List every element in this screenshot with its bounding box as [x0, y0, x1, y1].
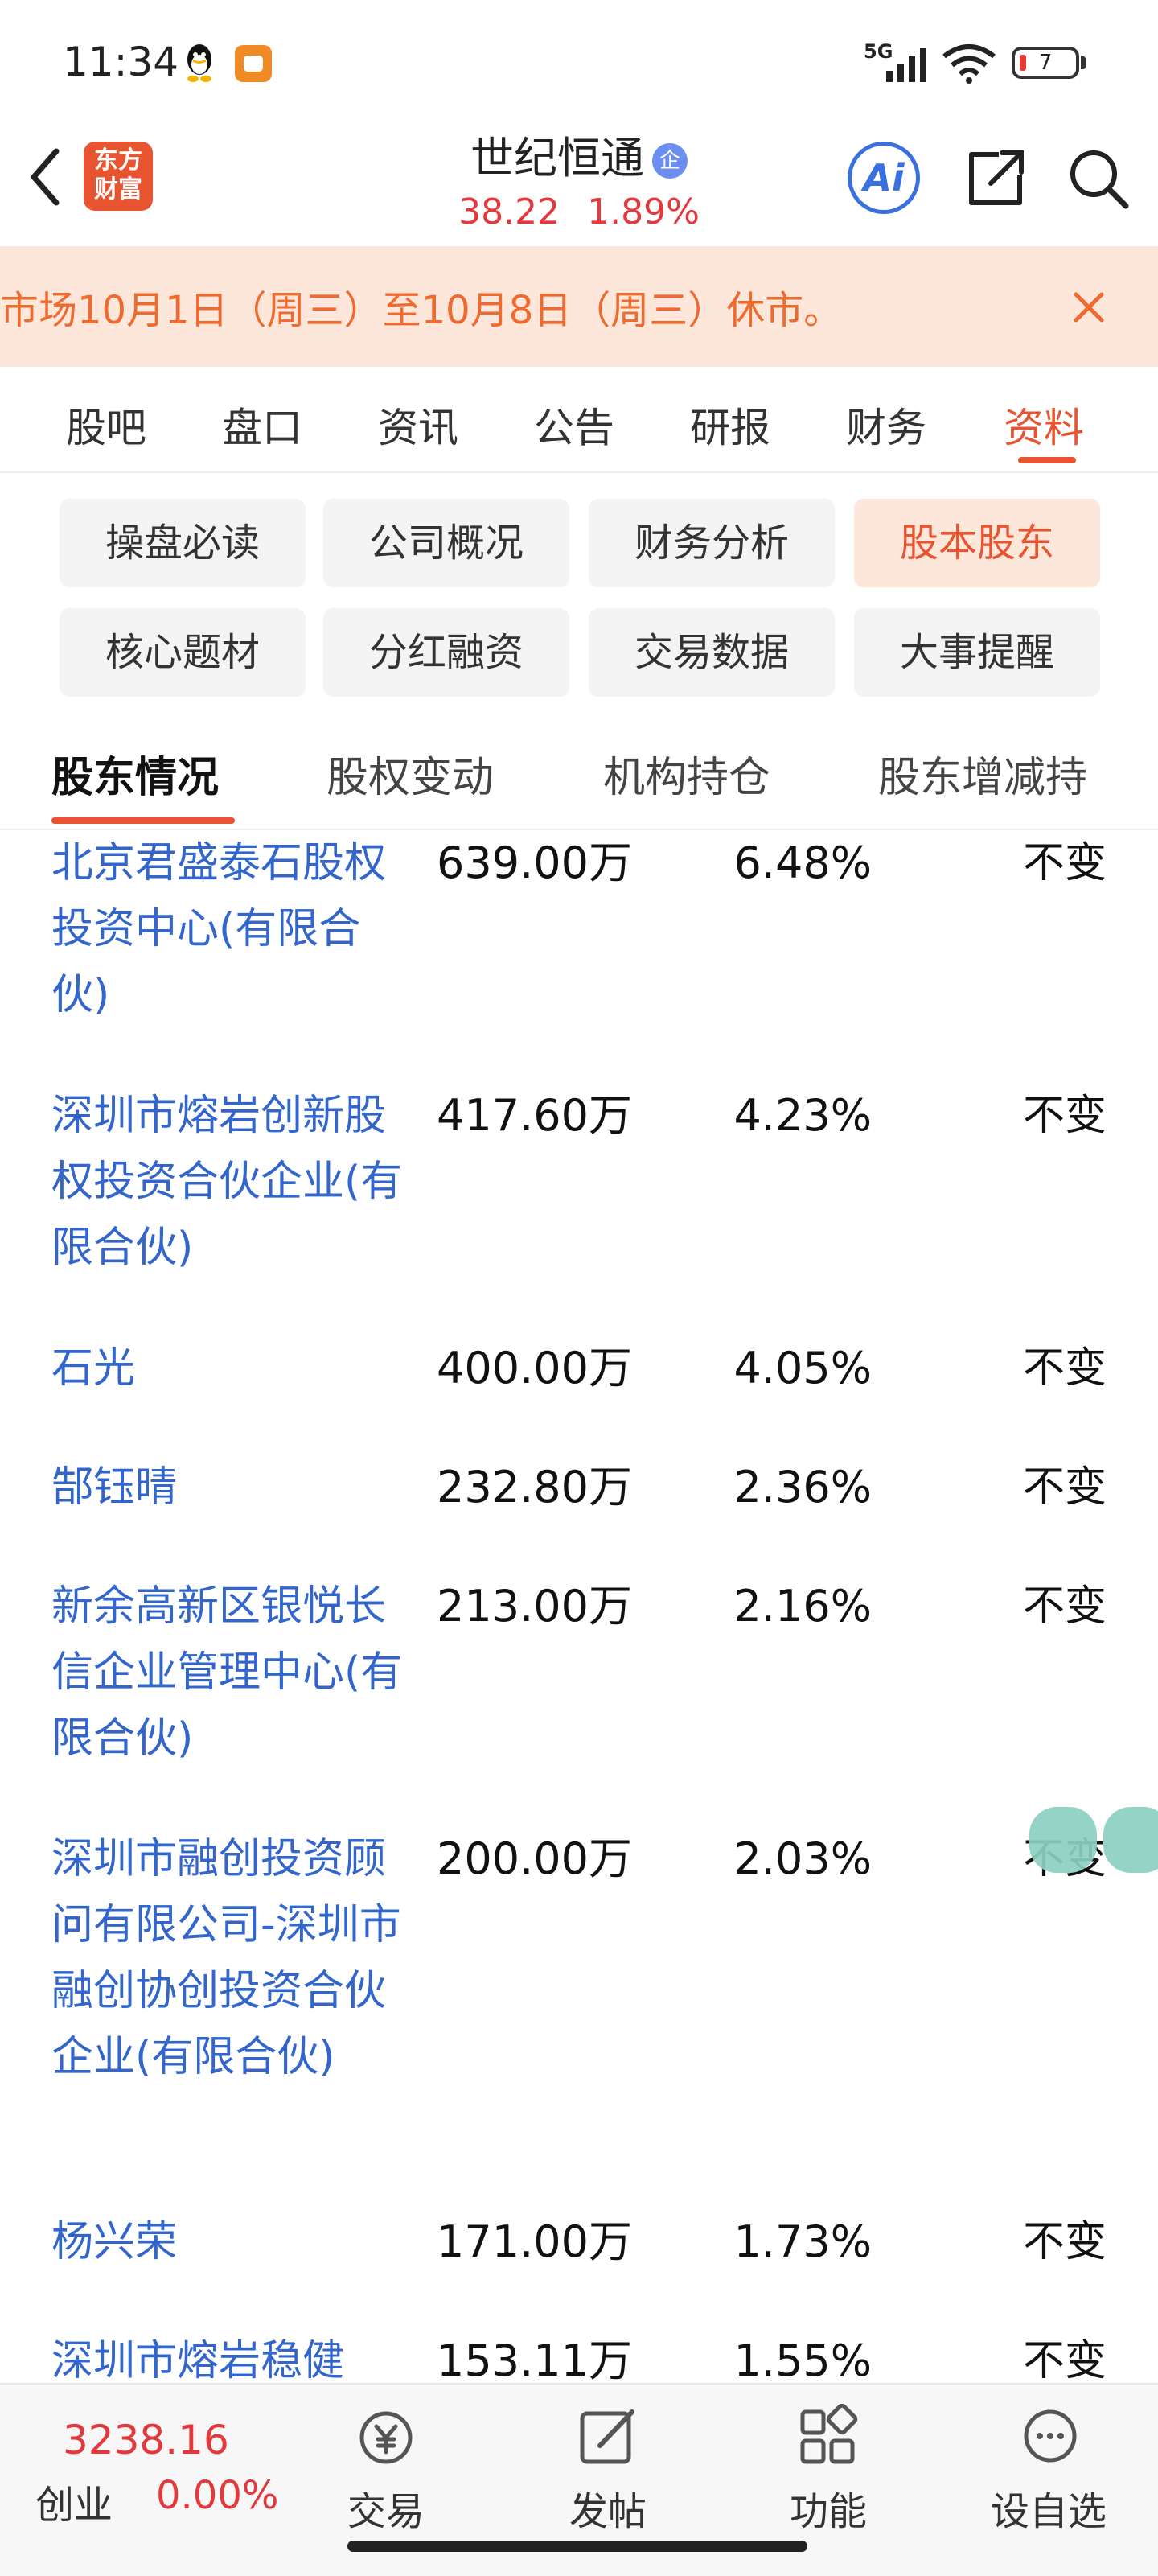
function-label: 功能: [790, 2489, 868, 2534]
share-icon[interactable]: [962, 145, 1029, 212]
tab-guba[interactable]: 股吧: [66, 396, 146, 454]
shareholder-table: 北京君盛泰石股权投资中心(有限合伙) 639.00万 6.48% 不变 深圳市熔…: [0, 830, 1158, 2383]
tab-pankou[interactable]: 盘口: [222, 396, 302, 454]
wifi-icon: [942, 44, 996, 84]
main-tab-bar: 股吧 盘口 资讯 公告 研报 财务 资料: [0, 367, 1158, 473]
holder-change: 不变: [1022, 1582, 1107, 1631]
chip-core-themes[interactable]: 核心题材: [60, 608, 306, 697]
home-indicator[interactable]: [347, 2541, 807, 2552]
floating-assistant-icon[interactable]: [1029, 1807, 1158, 1873]
holder-ratio: 1.55%: [733, 2335, 872, 2383]
notice-text: 市场10月1日（周三）至10月8日（周三）休市。: [0, 288, 843, 333]
holder-change: 不变: [1022, 2218, 1107, 2266]
holder-name-link[interactable]: 深圳市熔岩创新股权投资合伙企业(有限合伙): [51, 1083, 405, 1281]
close-icon[interactable]: [1070, 288, 1108, 327]
holder-change: 不变: [1022, 1092, 1107, 1140]
holder-name-link[interactable]: 杨兴荣: [51, 2209, 405, 2275]
stock-change-pct: 1.89%: [587, 191, 700, 232]
market-holiday-banner: 市场10月1日（周三）至10月8日（周三）休市。: [0, 246, 1158, 367]
trade-label: 交易: [347, 2489, 425, 2534]
chip-financial-analysis[interactable]: 财务分析: [589, 499, 835, 587]
holder-ratio: 6.48%: [733, 837, 872, 888]
chip-trading-essentials[interactable]: 操盘必读: [60, 499, 306, 587]
tab-announcements[interactable]: 公告: [534, 396, 614, 454]
holder-shares: 171.00万: [437, 2216, 632, 2267]
holder-shares: 213.00万: [437, 1581, 632, 1632]
stock-price: 38.22: [458, 191, 561, 232]
search-icon[interactable]: [1065, 145, 1132, 212]
chip-company-overview[interactable]: 公司概况: [323, 499, 569, 587]
holder-shares: 153.11万: [437, 2335, 632, 2383]
holder-name-link[interactable]: 深圳市融创投资顾问有限公司-深圳市融创协创投资合伙企业(有限合伙): [51, 1826, 405, 2090]
index-name: 创业: [35, 2483, 113, 2528]
holder-name-link[interactable]: 郜钰晴: [51, 1455, 405, 1520]
index-value: 3238.16: [63, 2417, 229, 2463]
enterprise-badge-icon: 企: [652, 143, 688, 179]
holder-change: 不变: [1022, 2337, 1107, 2383]
signal-icon: [886, 48, 926, 82]
holder-shares: 232.80万: [437, 1462, 632, 1512]
tab-research[interactable]: 研报: [690, 396, 770, 454]
trade-yen-icon: [359, 2411, 413, 2464]
tab-finance[interactable]: 财务: [846, 396, 926, 454]
battery-icon: 7: [1012, 47, 1079, 79]
index-change: 0.00%: [156, 2473, 279, 2518]
holder-ratio: 4.23%: [733, 1090, 872, 1141]
post-label: 发帖: [569, 2489, 647, 2534]
holder-ratio: 2.36%: [733, 1462, 872, 1512]
holder-shares: 417.60万: [437, 1090, 632, 1141]
qq-penguin-icon: [187, 44, 211, 82]
holder-change: 不变: [1022, 1463, 1107, 1512]
holder-name-link[interactable]: 深圳市熔岩稳健: [51, 2328, 405, 2383]
edit-post-icon: [580, 2409, 634, 2464]
holder-ratio: 2.16%: [733, 1581, 872, 1632]
battery-tip: [1081, 56, 1086, 69]
holder-shares: 200.00万: [437, 1833, 632, 1884]
section-tab-shareholders[interactable]: 股东情况: [51, 743, 219, 804]
holder-change: 不变: [1022, 839, 1107, 887]
holder-name-link[interactable]: 石光: [51, 1335, 405, 1401]
chip-share-capital-holders[interactable]: 股本股东: [854, 499, 1100, 587]
stock-name: 世纪恒通: [470, 133, 644, 183]
holder-ratio: 4.05%: [733, 1343, 872, 1393]
app-notification-icon: [235, 45, 272, 82]
holder-ratio: 1.73%: [733, 2216, 872, 2267]
battery-level: 7: [1038, 51, 1053, 75]
holder-shares: 400.00万: [437, 1343, 632, 1393]
grid-apps-icon: [800, 2404, 858, 2464]
holder-change: 不变: [1022, 1344, 1107, 1393]
chip-major-events[interactable]: 大事提醒: [854, 608, 1100, 697]
more-dots-icon: [1024, 2409, 1077, 2463]
tab-news[interactable]: 资讯: [378, 396, 458, 454]
active-tab-indicator: [1018, 457, 1076, 463]
chip-dividends-financing[interactable]: 分红融资: [323, 608, 569, 697]
holder-name-link[interactable]: 新余高新区银悦长信企业管理中心(有限合伙): [51, 1574, 405, 1772]
status-time: 11:34: [63, 39, 179, 85]
section-tab-indicator: [51, 817, 235, 824]
chip-trading-data[interactable]: 交易数据: [589, 608, 835, 697]
section-tab-equity-changes[interactable]: 股权变动: [326, 743, 494, 804]
ai-assistant-button[interactable]: Ai: [848, 142, 920, 214]
section-tab-institutional-holdings[interactable]: 机构持仓: [603, 743, 770, 804]
tab-profile[interactable]: 资料: [1004, 396, 1084, 454]
watchlist-label: 设自选: [991, 2489, 1107, 2534]
section-tab-holding-changes[interactable]: 股东增减持: [878, 743, 1087, 804]
holder-name-link[interactable]: 北京君盛泰石股权投资中心(有限合伙): [51, 830, 405, 1028]
holder-ratio: 2.03%: [733, 1833, 872, 1884]
holder-shares: 639.00万: [437, 837, 632, 888]
